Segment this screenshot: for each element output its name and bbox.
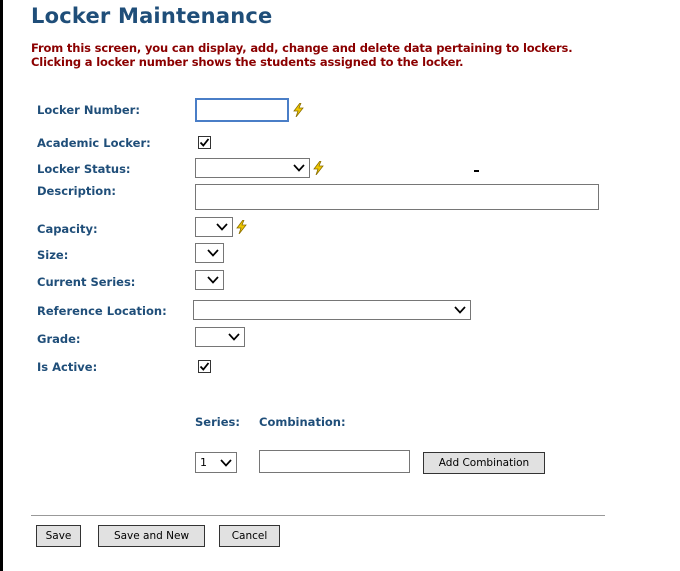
locker-status-label: Locker Status: bbox=[37, 162, 131, 176]
chevron-down-icon bbox=[207, 249, 219, 257]
description-input[interactable] bbox=[195, 184, 599, 210]
is-active-label: Is Active: bbox=[37, 360, 98, 374]
intro-line-1: From this screen, you can display, add, … bbox=[31, 41, 573, 55]
intro-line-2: Clicking a locker number shows the stude… bbox=[31, 55, 464, 69]
combination-header: Combination: bbox=[259, 415, 346, 429]
academic-locker-checkbox[interactable] bbox=[198, 136, 211, 149]
lightning-bolt-icon bbox=[293, 103, 304, 117]
academic-locker-label: Academic Locker: bbox=[37, 136, 151, 150]
footer-divider bbox=[31, 515, 605, 516]
reference-location-select[interactable] bbox=[193, 300, 471, 320]
checkmark-icon bbox=[199, 362, 210, 371]
is-active-checkbox[interactable] bbox=[198, 360, 211, 373]
cancel-button[interactable]: Cancel bbox=[219, 525, 280, 547]
series-value: 1 bbox=[200, 456, 207, 469]
size-label: Size: bbox=[37, 248, 69, 262]
chevron-down-icon bbox=[454, 306, 466, 314]
chevron-down-icon bbox=[220, 458, 232, 467]
chevron-down-icon bbox=[216, 223, 228, 231]
current-series-select[interactable] bbox=[195, 270, 224, 290]
combination-input[interactable] bbox=[259, 450, 410, 473]
stray-mark bbox=[474, 170, 479, 172]
chevron-down-icon bbox=[228, 333, 240, 341]
locker-status-select[interactable] bbox=[195, 158, 310, 178]
checkmark-icon bbox=[199, 138, 210, 147]
size-select[interactable] bbox=[195, 243, 224, 263]
chevron-down-icon bbox=[207, 276, 219, 284]
add-combination-button[interactable]: Add Combination bbox=[423, 452, 545, 474]
current-series-label: Current Series: bbox=[37, 275, 136, 289]
locker-number-label: Locker Number: bbox=[37, 103, 140, 117]
reference-location-label: Reference Location: bbox=[37, 304, 167, 318]
grade-select[interactable] bbox=[195, 327, 245, 347]
window-left-border bbox=[0, 0, 3, 571]
save-button[interactable]: Save bbox=[36, 525, 81, 547]
page-title: Locker Maintenance bbox=[31, 4, 273, 28]
series-select[interactable]: 1 bbox=[195, 452, 237, 473]
capacity-label: Capacity: bbox=[37, 222, 98, 236]
grade-label: Grade: bbox=[37, 332, 81, 346]
locker-number-input[interactable] bbox=[195, 98, 289, 122]
save-and-new-button[interactable]: Save and New bbox=[98, 525, 205, 547]
lightning-bolt-icon bbox=[236, 220, 247, 234]
page-intro: From this screen, you can display, add, … bbox=[31, 41, 573, 69]
description-label: Description: bbox=[37, 184, 116, 198]
series-header: Series: bbox=[195, 415, 240, 429]
chevron-down-icon bbox=[293, 164, 305, 172]
capacity-select[interactable] bbox=[195, 217, 233, 237]
lightning-bolt-icon bbox=[313, 161, 324, 175]
